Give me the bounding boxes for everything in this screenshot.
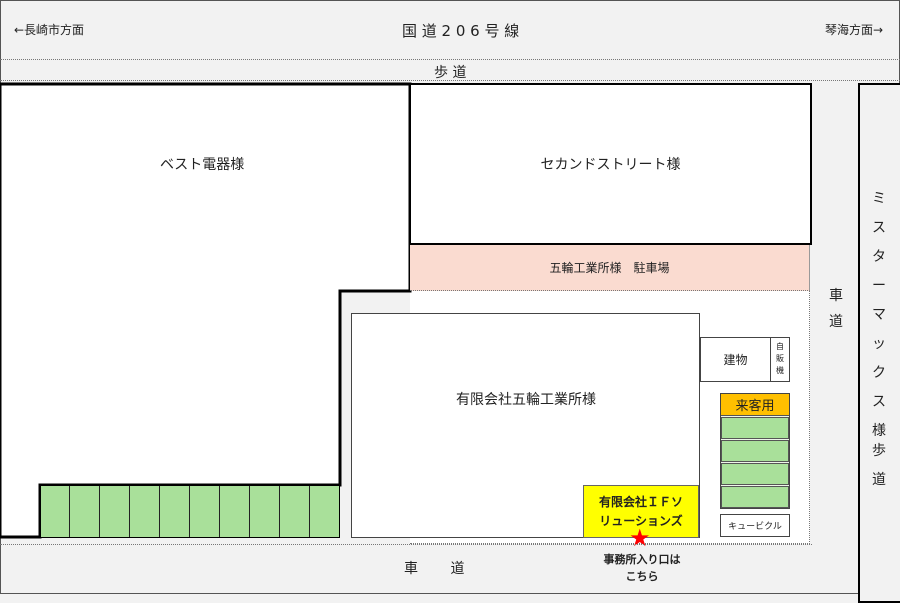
visitor-parking: 来客用	[720, 393, 790, 509]
bottom-road-label: 車 道	[404, 561, 479, 577]
visitor-parking-label: 来客用	[721, 394, 789, 416]
entrance-label-line1: 事務所入り口は	[603, 553, 681, 566]
gorin-parking-label: 五輪工業所様 駐車場	[549, 261, 670, 275]
gorin-parking: 五輪工業所様 駐車場	[410, 245, 810, 291]
parking-stall	[249, 486, 250, 537]
national-route-206: 国 道 2 0 6 号 線	[402, 22, 520, 40]
second-street-building: セカンドストリート様	[409, 83, 812, 245]
if-solutions-name-line1: 有限会社ＩＦソ	[598, 494, 683, 509]
parking-row	[40, 485, 340, 538]
visitor-stall	[721, 486, 789, 508]
small-building: 建物	[700, 337, 770, 382]
visitor-stall	[721, 463, 789, 485]
entrance-star-icon: ★	[629, 524, 651, 552]
direction-kotoumi: 琴海方面→	[825, 23, 884, 37]
right-road-label: 車道	[829, 288, 843, 330]
sidewalk-top-line	[0, 59, 900, 60]
visitor-stall	[721, 417, 789, 439]
parking-stall	[219, 486, 220, 537]
gorin-main-label: 有限会社五輪工業所様	[456, 392, 596, 408]
parking-stall	[69, 486, 70, 537]
visitor-stall	[721, 440, 789, 462]
bottom-road-line	[0, 544, 812, 545]
vending-machine: 自販機	[770, 337, 790, 382]
entrance-label-line2: こちら	[625, 570, 659, 583]
small-building-label: 建物	[723, 353, 748, 367]
direction-nagasaki: ←長崎市方面	[14, 23, 85, 37]
parking-stall	[279, 486, 280, 537]
sidewalk-top-label: 歩 道	[434, 65, 467, 81]
parking-stall	[189, 486, 190, 537]
cubicle: キュービクル	[720, 514, 790, 537]
mistermax-label: ミスターマックス様	[872, 191, 886, 439]
second-street-label: セカンドストリート様	[540, 157, 681, 173]
parking-stall	[159, 486, 160, 537]
mistermax-sidewalk-label: 歩道	[872, 443, 886, 488]
entrance-label: 事務所入り口は こちら	[598, 551, 686, 585]
parking-stall	[99, 486, 100, 537]
parking-stall	[309, 486, 310, 537]
best-denki-label: ベスト電器様	[160, 157, 245, 173]
parking-stall	[129, 486, 130, 537]
cubicle-label: キュービクル	[728, 522, 782, 532]
